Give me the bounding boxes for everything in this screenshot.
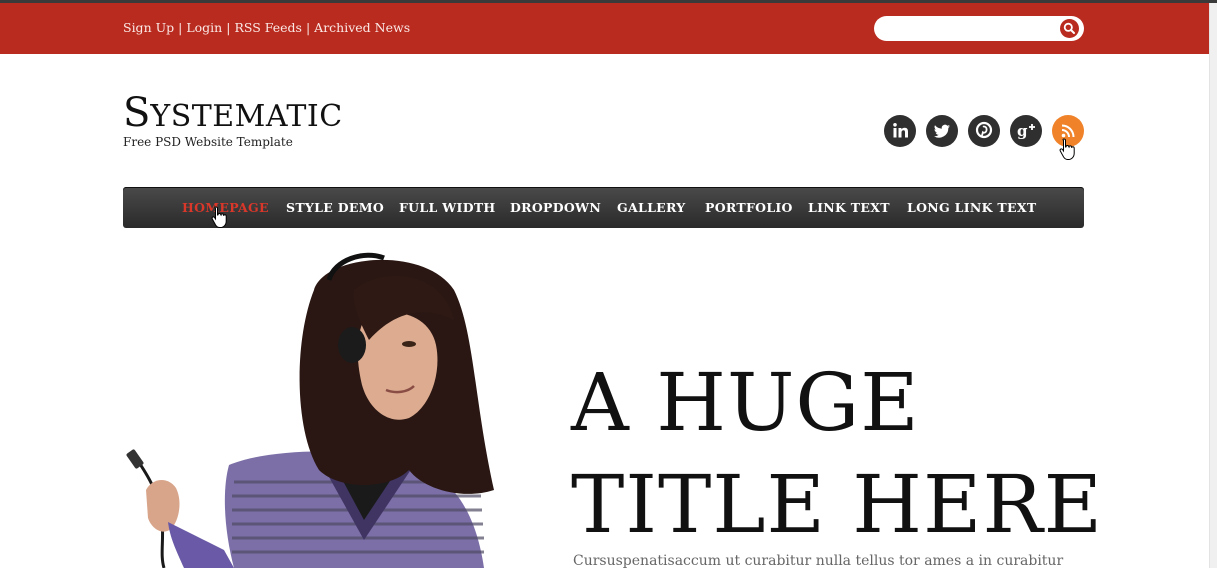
hero-title-line-1: A HUGE xyxy=(571,356,920,449)
main-nav: HOMEPAGE STYLE DEMO FULL WIDTH DROPDOWN … xyxy=(123,187,1084,228)
google-plus-button[interactable]: g xyxy=(1010,115,1042,147)
linkedin-button[interactable] xyxy=(884,115,916,147)
hero-title: A HUGE TITLE HERE xyxy=(571,352,1103,556)
pinterest-button[interactable] xyxy=(968,115,1000,147)
nav-item-style-demo[interactable]: STYLE DEMO xyxy=(286,200,384,215)
top-links: Sign Up | Login | RSS Feeds | Archived News xyxy=(123,20,410,35)
login-link[interactable]: Login xyxy=(186,20,222,35)
hand-cursor-icon xyxy=(211,206,227,228)
link-separator: | xyxy=(305,20,311,35)
link-separator: | xyxy=(226,20,231,35)
logo-rest: YSTEMATIC xyxy=(150,99,343,134)
link-separator: | xyxy=(178,20,183,35)
nav-item-dropdown[interactable]: DROPDOWN xyxy=(510,200,601,215)
hero-title-line-2: TITLE HERE xyxy=(571,458,1104,551)
logo-initial: S xyxy=(123,90,151,136)
search-box xyxy=(874,16,1084,41)
nav-item-full-width[interactable]: FULL WIDTH xyxy=(399,200,496,215)
search-input[interactable] xyxy=(886,19,1060,39)
archived-news-link[interactable]: Archived News xyxy=(314,20,410,35)
pinterest-icon xyxy=(975,121,993,139)
twitter-icon xyxy=(934,124,950,138)
search-button[interactable] xyxy=(1060,19,1079,38)
twitter-button[interactable] xyxy=(926,115,958,147)
signup-link[interactable]: Sign Up xyxy=(123,20,174,35)
svg-text:g: g xyxy=(1017,122,1028,140)
site-logo[interactable]: SYSTEMATIC xyxy=(123,90,343,136)
linkedin-icon xyxy=(893,123,908,138)
scrollbar[interactable] xyxy=(1209,3,1217,568)
hero-photo xyxy=(126,252,494,568)
hand-cursor-icon xyxy=(1059,138,1075,160)
rss-feeds-link[interactable]: RSS Feeds xyxy=(234,20,302,35)
nav-item-portfolio[interactable]: PORTFOLIO xyxy=(705,200,793,215)
search-icon xyxy=(1063,22,1075,34)
google-plus-icon: g xyxy=(1017,122,1035,140)
top-bar: Sign Up | Login | RSS Feeds | Archived News xyxy=(0,3,1210,54)
hero-body-text: Cursuspenatisaccum ut curabitur nulla te… xyxy=(573,553,1064,569)
nav-item-gallery[interactable]: GALLERY xyxy=(617,200,686,215)
site-tagline: Free PSD Website Template xyxy=(123,135,293,149)
nav-item-long-link-text[interactable]: LONG LINK TEXT xyxy=(907,200,1036,215)
nav-item-link-text[interactable]: LINK TEXT xyxy=(808,200,890,215)
